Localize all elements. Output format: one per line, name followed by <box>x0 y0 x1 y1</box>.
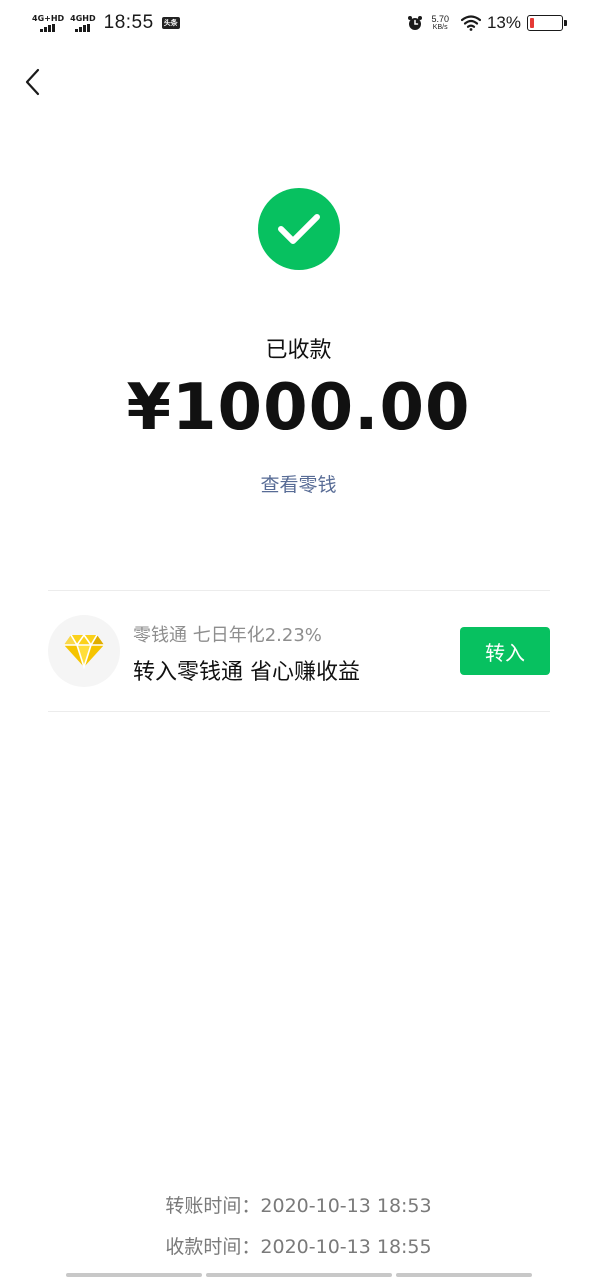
back-button[interactable] <box>14 62 50 102</box>
network-label-2: 4GHD <box>70 13 96 23</box>
signal-bars-icon <box>40 23 56 32</box>
signal-bars-icon <box>74 23 91 32</box>
network-signal-2: 4GHD <box>70 13 96 32</box>
transfer-in-button[interactable]: 转入 <box>460 627 550 675</box>
promo-title: 转入零钱通 省心赚收益 <box>133 660 360 685</box>
wifi-icon <box>460 15 481 31</box>
network-speed-value: 5.70 <box>431 13 449 24</box>
receive-time: 收款时间：2020-10-13 18:55 <box>165 1236 432 1258</box>
promo-divider-top <box>48 590 550 591</box>
promo-subtitle: 零钱通 七日年化2.23% <box>133 625 322 646</box>
network-signal-1: 4G+HD <box>32 13 65 32</box>
status-bar-left: 4G+HD 4GHD 18:55 头条 <box>32 10 180 36</box>
receipt-amount: ¥1000.00 <box>126 371 471 445</box>
network-speed-unit: KB/s <box>432 23 448 31</box>
bottom-nav-hint <box>0 1273 597 1278</box>
network-label-1: 4G+HD <box>32 13 65 23</box>
view-change-link[interactable]: 查看零钱 <box>260 474 336 496</box>
battery-level-fill <box>530 18 534 28</box>
promo-logo <box>48 615 120 687</box>
check-circle-icon <box>258 188 340 270</box>
checkmark-icon <box>278 214 320 244</box>
chevron-left-icon <box>25 68 40 96</box>
alarm-icon <box>408 16 423 30</box>
network-speed: 5.70 KB/s <box>431 13 449 32</box>
nav-hint-bar-center[interactable] <box>206 1273 392 1277</box>
status-bar-right: 5.70 KB/s 13% <box>407 10 567 36</box>
nav-hint-bar-right[interactable] <box>396 1273 532 1277</box>
diamond-icon <box>64 633 104 669</box>
battery-percent: 13% <box>486 13 521 32</box>
view-change-link-wrap: 查看零钱 <box>0 470 597 497</box>
nav-hint-bar-left[interactable] <box>66 1273 202 1277</box>
clock-time: 18:55 <box>103 12 154 33</box>
status-bar: 4G+HD 4GHD 18:55 头条 5.70 KB/s 13% <box>0 0 597 48</box>
promo-divider-bottom <box>48 711 550 712</box>
battery-icon <box>527 15 567 31</box>
transfer-time: 转账时间：2020-10-13 18:53 <box>165 1195 432 1217</box>
app-notification-badge: 头条 <box>161 17 180 29</box>
receipt-status-text: 已收款 <box>265 338 332 363</box>
